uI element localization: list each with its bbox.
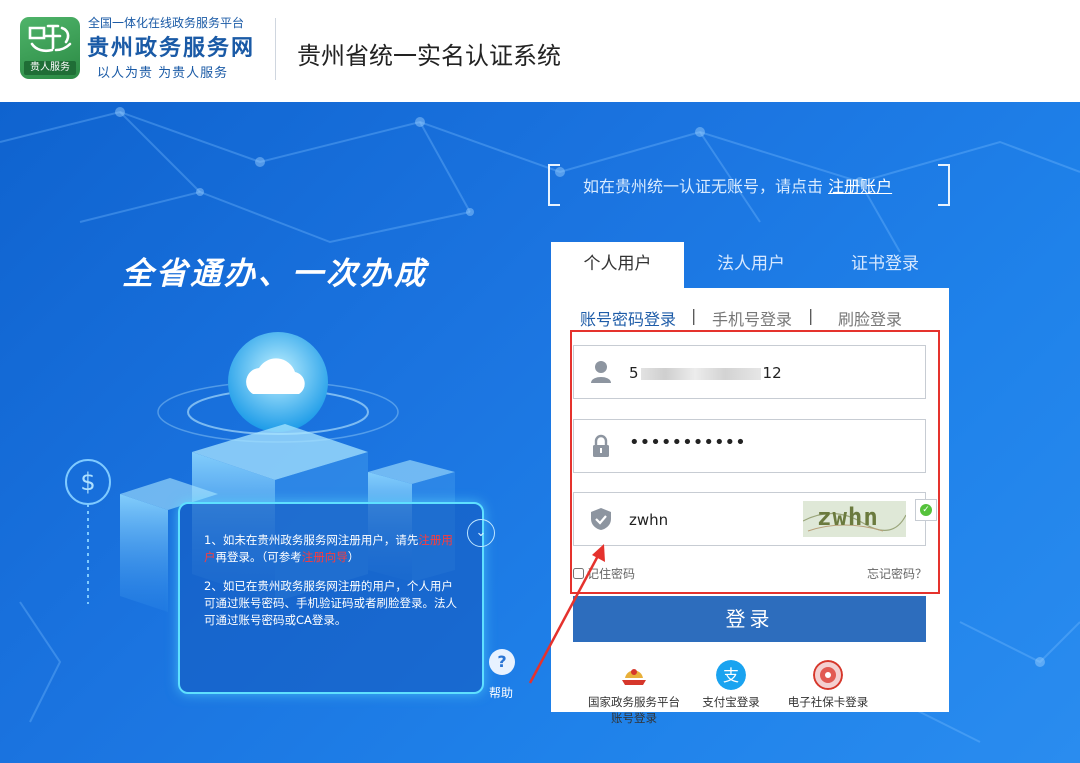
mode-phone-login[interactable]: 手机号登录 [712, 306, 792, 330]
site-header: 贵人服务 全国一体化在线政务服务平台 贵州政务服务网 以人为贵 为贵人服务 贵州… [0, 0, 1080, 102]
tip-paragraph-1: 1、如未在贵州政务服务网注册用户，请先注册用户再登录。（可参考注册向导） [204, 533, 453, 564]
national-emblem-icon [622, 669, 646, 685]
register-hint-text: 如在贵州统一认证无账号，请点击 注册账户 [583, 177, 893, 196]
hero-slogan: 全省通办、一次办成 [122, 256, 428, 292]
tab-legal-entity[interactable]: 法人用户 [691, 242, 811, 288]
mode-separator: | [691, 306, 697, 325]
tips-panel: 1、如未在贵州政务服务网注册用户，请先注册用户再登录。（可参考注册向导） 2、如… [178, 502, 484, 694]
system-title: 贵州省统一实名认证系统 [297, 42, 561, 70]
tab-certificate-login[interactable]: 证书登录 [821, 242, 949, 288]
logo-badge: 贵人服务 [24, 61, 76, 75]
dotted-line [87, 504, 89, 604]
site-logo[interactable]: 贵人服务 [20, 17, 80, 79]
bracket-left [548, 164, 560, 206]
brand-subtitle: 全国一体化在线政务服务平台 [88, 16, 245, 30]
brand-name: 贵州政务服务网 [87, 35, 256, 61]
social-security-login[interactable]: 电子社保卡登录 [778, 660, 878, 710]
mode-separator: | [808, 306, 814, 325]
national-platform-login[interactable]: 国家政务服务平台账号登录 [584, 660, 684, 726]
annotation-highlight-box [570, 330, 940, 594]
register-guide-link[interactable]: 注册向导 [302, 550, 348, 564]
header-divider [275, 18, 276, 80]
scroll-down-icon[interactable]: ⌄ [467, 519, 495, 547]
help-icon[interactable]: ? [489, 649, 515, 675]
tab-personal-user[interactable]: 个人用户 [551, 242, 684, 288]
bracket-right [938, 164, 950, 206]
help-label[interactable]: 帮助 [489, 684, 513, 701]
social-security-icon [813, 660, 843, 690]
login-button[interactable]: 登录 [573, 596, 926, 642]
dollar-icon: $ [65, 459, 111, 505]
alipay-login[interactable]: 支 支付宝登录 [681, 660, 781, 710]
register-account-link[interactable]: 注册账户 [828, 177, 892, 196]
mode-face-login[interactable]: 刷脸登录 [838, 306, 902, 330]
svg-text:支: 支 [723, 666, 739, 685]
tip-paragraph-2: 2、如已在贵州政务服务网注册的用户，个人用户可通过账号密码、手机验证码或者刷脸登… [204, 579, 457, 627]
user-type-tabs: 个人用户 法人用户 证书登录 [551, 242, 949, 288]
logo-glyph-icon [28, 24, 72, 53]
register-hint: 如在贵州统一认证无账号，请点击 注册账户 [548, 164, 950, 206]
alipay-icon: 支 [716, 660, 746, 690]
mode-password-login[interactable]: 账号密码登录 [580, 306, 676, 330]
brand-slogan: 以人为贵 为贵人服务 [97, 66, 229, 81]
login-mode-tabs: 账号密码登录 | 手机号登录 | 刷脸登录 [551, 306, 949, 330]
